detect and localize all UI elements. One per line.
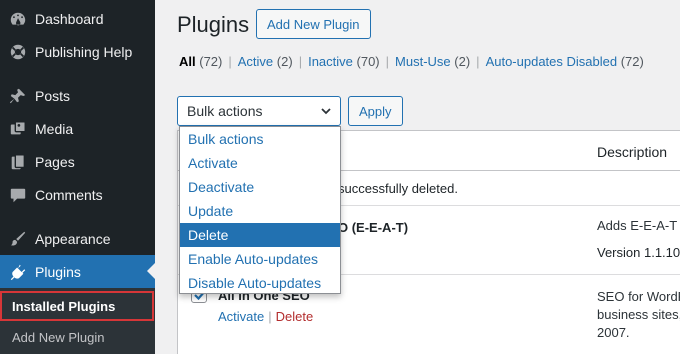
column-header-description: Description xyxy=(597,144,668,160)
submenu-installed-plugins[interactable]: Installed Plugins xyxy=(0,291,154,321)
action-separator: | xyxy=(268,309,272,324)
filter-all[interactable]: All (72) xyxy=(179,54,222,69)
row-actions: Activate | Delete xyxy=(218,309,313,324)
description-line: SEO for WordP xyxy=(597,289,680,304)
sidebar-item-label: Dashboard xyxy=(35,10,104,27)
admin-sidebar: Dashboard Publishing Help Posts Media Pa… xyxy=(0,0,155,354)
option-disable-auto-updates[interactable]: Disable Auto-updates xyxy=(180,271,340,295)
option-activate[interactable]: Activate xyxy=(180,151,340,175)
chevron-down-icon xyxy=(321,108,331,115)
add-new-plugin-button[interactable]: Add New Plugin xyxy=(256,9,371,39)
filter-separator: | xyxy=(298,54,303,69)
sidebar-item-comments[interactable]: Comments xyxy=(0,178,155,211)
description-line: business sites, xyxy=(597,307,680,322)
filter-inactive[interactable]: Inactive (70) xyxy=(308,54,380,69)
sidebar-item-label: Pages xyxy=(35,153,75,170)
plugin-description: Adds E-E-A-T s xyxy=(597,218,680,233)
sidebar-item-label: Posts xyxy=(35,87,71,104)
media-icon xyxy=(8,119,28,139)
sidebar-item-label: Plugins xyxy=(35,263,81,280)
notice-text: successfully deleted. xyxy=(338,181,458,196)
filter-separator: | xyxy=(228,54,232,69)
help-icon xyxy=(8,42,28,62)
option-deactivate[interactable]: Deactivate xyxy=(180,175,340,199)
filter-auto-updates-disabled[interactable]: Auto-updates Disabled (72) xyxy=(486,54,644,69)
option-update[interactable]: Update xyxy=(180,199,340,223)
plugins-submenu: Installed Plugins Add New Plugin xyxy=(0,288,155,354)
pages-icon xyxy=(8,152,28,172)
bulk-actions-value: Bulk actions xyxy=(187,103,263,119)
sidebar-item-dashboard[interactable]: Dashboard xyxy=(0,2,155,35)
sidebar-item-appearance[interactable]: Appearance xyxy=(0,222,155,255)
filter-must-use[interactable]: Must-Use (2) xyxy=(395,54,470,69)
filter-separator: | xyxy=(476,54,480,69)
option-bulk-actions[interactable]: Bulk actions xyxy=(180,127,340,151)
sidebar-item-label: Media xyxy=(35,120,74,137)
sidebar-item-media[interactable]: Media xyxy=(0,112,155,145)
delete-link[interactable]: Delete xyxy=(276,309,314,324)
sidebar-item-publishing-help[interactable]: Publishing Help xyxy=(0,35,155,68)
option-delete[interactable]: Delete xyxy=(180,223,340,247)
brush-icon xyxy=(8,229,28,249)
page-title: Plugins xyxy=(177,12,250,37)
plugin-name: O (E-E-A-T) xyxy=(338,220,409,235)
description-line: 2007. xyxy=(597,325,630,340)
sidebar-item-pages[interactable]: Pages xyxy=(0,145,155,178)
sidebar-item-label: Appearance xyxy=(35,230,111,247)
bulk-actions-dropdown: Bulk actions Activate Deactivate Update … xyxy=(179,126,341,294)
comment-icon xyxy=(8,185,28,205)
pin-icon xyxy=(8,86,28,106)
activate-link[interactable]: Activate xyxy=(218,309,264,324)
submenu-add-new-plugin[interactable]: Add New Plugin xyxy=(0,326,155,348)
plugin-version: Version 1.1.10 | xyxy=(597,245,680,260)
filter-active[interactable]: Active (2) xyxy=(238,54,293,69)
plug-icon xyxy=(8,262,28,282)
bulk-actions-select[interactable]: Bulk actions xyxy=(177,96,341,126)
sidebar-item-posts[interactable]: Posts xyxy=(0,79,155,112)
sidebar-item-label: Publishing Help xyxy=(35,43,133,60)
plugin-status-filters: All (72) | Active (2) | Inactive (70) | … xyxy=(179,54,644,69)
plugin-description: SEO for WordP business sites, 2007. xyxy=(597,288,680,342)
filter-separator: | xyxy=(385,54,390,69)
option-enable-auto-updates[interactable]: Enable Auto-updates xyxy=(180,247,340,271)
sidebar-item-plugins[interactable]: Plugins xyxy=(0,255,155,288)
dashboard-icon xyxy=(8,9,28,29)
sidebar-item-label: Comments xyxy=(35,186,103,203)
apply-button[interactable]: Apply xyxy=(348,96,403,126)
